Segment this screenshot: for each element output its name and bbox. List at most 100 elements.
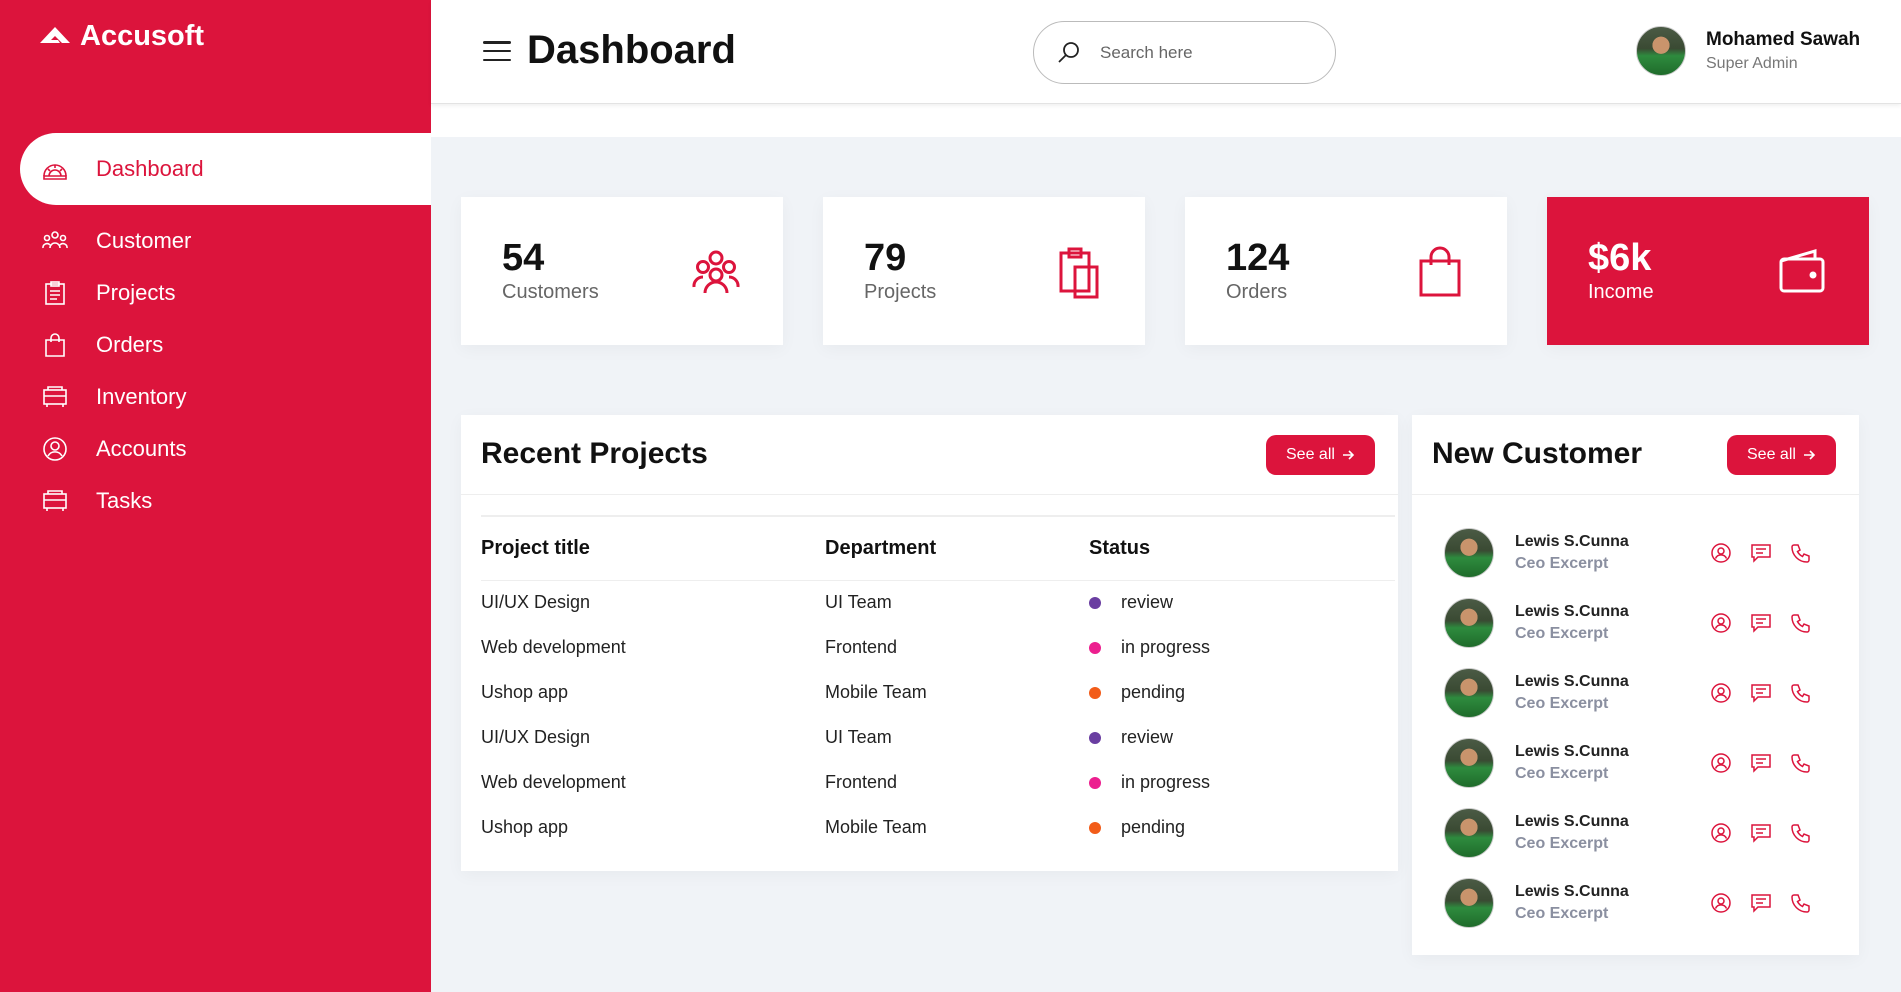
customer-name: Lewis S.Cunna bbox=[1515, 533, 1629, 550]
phone-icon[interactable] bbox=[1790, 612, 1812, 634]
message-icon[interactable] bbox=[1750, 892, 1772, 914]
sidebar-item-tasks[interactable]: Tasks bbox=[0, 475, 431, 527]
table-row[interactable]: Web development Frontend in progress bbox=[481, 760, 1395, 805]
see-all-customers-button[interactable]: See all bbox=[1727, 435, 1836, 475]
status-dot bbox=[1089, 596, 1101, 609]
phone-icon[interactable] bbox=[1790, 752, 1812, 774]
message-icon[interactable] bbox=[1750, 612, 1772, 634]
project-title: Ushop app bbox=[481, 682, 569, 702]
sidebar-item-label: Projects bbox=[96, 280, 176, 305]
status-dot bbox=[1089, 686, 1101, 699]
sidebar-item-customer[interactable]: Customer bbox=[0, 215, 431, 267]
sidebar-item-dashboard[interactable]: Dashboard bbox=[20, 133, 431, 205]
message-icon[interactable] bbox=[1750, 752, 1772, 774]
sidebar-item-inventory[interactable]: Inventory bbox=[0, 371, 431, 423]
message-icon[interactable] bbox=[1750, 542, 1772, 564]
message-icon[interactable] bbox=[1750, 822, 1772, 844]
customer-name: Lewis S.Cunna bbox=[1515, 603, 1629, 620]
list-item[interactable]: Lewis S.Cunna Ceo Excerpt bbox=[1444, 868, 1844, 938]
status-label: review bbox=[1121, 727, 1174, 747]
search-input[interactable] bbox=[1100, 42, 1300, 63]
list-item[interactable]: Lewis S.Cunna Ceo Excerpt bbox=[1444, 798, 1844, 868]
message-icon[interactable] bbox=[1750, 682, 1772, 704]
profile-icon[interactable] bbox=[1710, 892, 1732, 914]
customer-role: Ceo Excerpt bbox=[1515, 555, 1609, 572]
status-dot bbox=[1089, 821, 1101, 834]
project-status: in progress bbox=[1089, 760, 1395, 805]
list-item[interactable]: Lewis S.Cunna Ceo Excerpt bbox=[1444, 518, 1844, 588]
profile-icon[interactable] bbox=[1710, 542, 1732, 564]
new-customer-panel: New Customer See all Lewis S.Cunna Ceo Ex… bbox=[1412, 415, 1859, 955]
customer-name: Lewis S.Cunna bbox=[1515, 673, 1629, 690]
customer-role: Ceo Excerpt bbox=[1515, 835, 1609, 852]
list-item[interactable]: Lewis S.Cunna Ceo Excerpt bbox=[1444, 728, 1844, 798]
user-profile[interactable]: Mohamed Sawah Super Admin bbox=[1636, 26, 1860, 76]
page-title: Dashboard bbox=[527, 28, 736, 72]
table-row[interactable]: UI/UX Design UI Team review bbox=[481, 580, 1395, 625]
table-row[interactable]: Ushop app Mobile Team pending bbox=[481, 805, 1395, 850]
status-label: review bbox=[1121, 592, 1174, 613]
dashboard-icon bbox=[42, 156, 68, 182]
customer-role: Ceo Excerpt bbox=[1515, 625, 1609, 642]
stat-card-income[interactable]: $6k Income bbox=[1547, 197, 1869, 345]
search-icon bbox=[1058, 41, 1079, 63]
stat-card-orders[interactable]: 124 Orders bbox=[1185, 197, 1507, 345]
profile-icon[interactable] bbox=[1710, 612, 1732, 634]
table-row[interactable]: Web development Frontend in progress bbox=[481, 625, 1395, 670]
phone-icon[interactable] bbox=[1790, 542, 1812, 564]
avatar[interactable] bbox=[1444, 808, 1494, 858]
project-department: UI Team bbox=[825, 727, 892, 747]
avatar[interactable] bbox=[1444, 878, 1494, 928]
avatar[interactable] bbox=[1444, 668, 1494, 718]
logo-icon bbox=[40, 27, 70, 43]
status-label: in progress bbox=[1121, 772, 1211, 792]
phone-icon[interactable] bbox=[1790, 682, 1812, 704]
project-department: Frontend bbox=[825, 772, 898, 792]
brand-logo[interactable]: Accusoft bbox=[38, 18, 204, 54]
project-status: review bbox=[1089, 715, 1395, 760]
stat-card-customers[interactable]: 54 Customers bbox=[461, 197, 783, 345]
sidebar-item-projects[interactable]: Projects bbox=[0, 267, 431, 319]
profile-icon[interactable] bbox=[1710, 682, 1732, 704]
main-content: 54 Customers 79 Projects 124 Orders $6k … bbox=[431, 137, 1901, 992]
avatar[interactable] bbox=[1444, 598, 1494, 648]
avatar[interactable] bbox=[1636, 26, 1686, 76]
stat-value: 54 bbox=[502, 237, 545, 279]
sidebar-item-label: Tasks bbox=[96, 488, 153, 513]
table-row[interactable]: UI/UX Design UI Team review bbox=[481, 715, 1395, 760]
user-name: Mohamed Sawah bbox=[1706, 29, 1861, 50]
avatar[interactable] bbox=[1444, 528, 1494, 578]
sidebar-item-orders[interactable]: Orders bbox=[0, 319, 431, 371]
project-status: pending bbox=[1089, 670, 1395, 715]
customer-name: Lewis S.Cunna bbox=[1515, 883, 1629, 900]
status-dot bbox=[1089, 731, 1101, 744]
bag-icon bbox=[42, 332, 68, 358]
project-title: Web development bbox=[481, 637, 626, 657]
table-row[interactable]: Ushop app Mobile Team pending bbox=[481, 670, 1395, 715]
customer-name: Lewis S.Cunna bbox=[1515, 743, 1629, 760]
search-box[interactable] bbox=[1033, 21, 1336, 84]
profile-icon[interactable] bbox=[1710, 822, 1732, 844]
status-label: in progress bbox=[1121, 637, 1211, 657]
profile-icon[interactable] bbox=[1710, 752, 1732, 774]
sidebar-item-accounts[interactable]: Accounts bbox=[0, 423, 431, 475]
stat-card-projects[interactable]: 79 Projects bbox=[823, 197, 1145, 345]
clipboard-icon bbox=[42, 280, 68, 306]
phone-icon[interactable] bbox=[1790, 892, 1812, 914]
sidebar-item-label: Orders bbox=[96, 332, 164, 357]
column-header: Project title bbox=[481, 536, 590, 559]
menu-icon[interactable] bbox=[483, 38, 511, 64]
see-all-projects-button[interactable]: See all bbox=[1266, 435, 1375, 475]
bag-icon bbox=[1419, 246, 1461, 297]
project-status: in progress bbox=[1089, 625, 1395, 670]
list-item[interactable]: Lewis S.Cunna Ceo Excerpt bbox=[1444, 588, 1844, 658]
stat-label: Customers bbox=[502, 281, 599, 303]
panel-title: Recent Projects bbox=[481, 437, 708, 470]
list-item[interactable]: Lewis S.Cunna Ceo Excerpt bbox=[1444, 658, 1844, 728]
sidebar: Accusoft Dashboard Customer Projects Ord… bbox=[0, 0, 431, 992]
customer-role: Ceo Excerpt bbox=[1515, 695, 1609, 712]
avatar[interactable] bbox=[1444, 738, 1494, 788]
button-label: See all bbox=[1286, 446, 1335, 463]
customer-role: Ceo Excerpt bbox=[1515, 765, 1609, 782]
phone-icon[interactable] bbox=[1790, 822, 1812, 844]
